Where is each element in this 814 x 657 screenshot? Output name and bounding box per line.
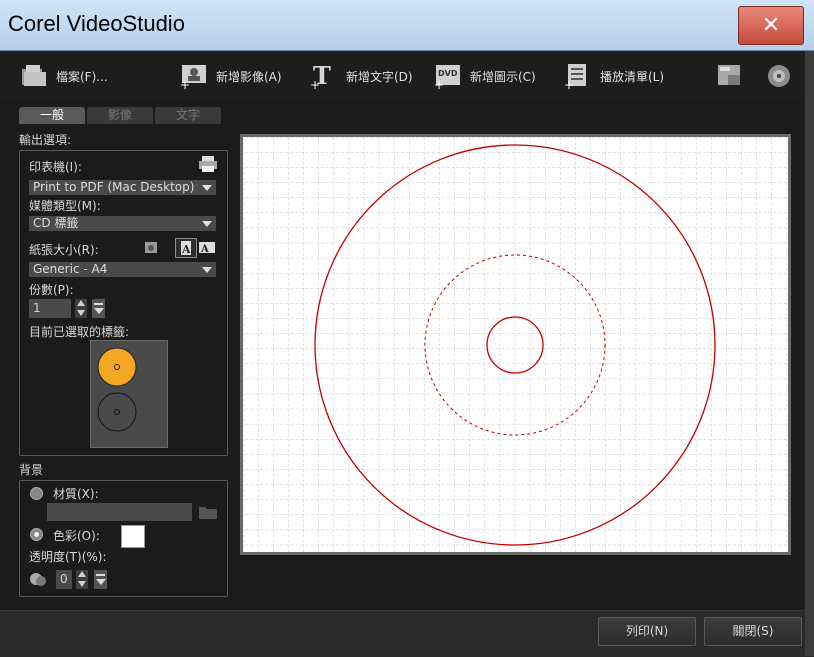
- add-image-label: 新增影像(A): [216, 69, 282, 84]
- tab-image[interactable]: 影像: [87, 107, 153, 124]
- print-button[interactable]: 列印(N): [598, 617, 696, 646]
- arrow-down-icon: [78, 581, 86, 587]
- add-image-icon: +: [180, 63, 208, 92]
- copies-stepper[interactable]: [75, 299, 87, 318]
- preview-frame: [240, 134, 791, 555]
- export-button[interactable]: [716, 63, 752, 89]
- printer-label: 印表機(I):: [29, 160, 82, 174]
- printer-select-value: Print to PDF (Mac Desktop): [33, 180, 195, 194]
- folder-icon[interactable]: [198, 503, 218, 524]
- transparency-stepper[interactable]: [76, 570, 88, 589]
- chevron-down-icon: [202, 221, 212, 227]
- chevron-down-icon: [94, 308, 104, 314]
- svg-text:A: A: [181, 243, 191, 256]
- media-type-select[interactable]: CD 標籤: [29, 216, 216, 231]
- texture-radio[interactable]: [30, 487, 43, 500]
- copies-input[interactable]: 1: [29, 299, 71, 318]
- output-options-group: 印表機(I): Print to PDF (Mac Desktop) 媒體類型(…: [19, 150, 228, 456]
- svg-text:DVD: DVD: [438, 69, 458, 78]
- transparency-label: 透明度(T)(%):: [29, 550, 107, 564]
- landscape-orientation-icon[interactable]: A: [198, 239, 216, 258]
- window-title: Corel VideoStudio: [8, 11, 185, 36]
- toolbar: 檔案(F)... + 新增影像(A) T + 新增文字(D) DVD + 新增圖示(…: [0, 51, 805, 101]
- playlist-icon: +: [564, 63, 592, 92]
- svg-text:+: +: [180, 78, 190, 89]
- label-preview-svg: [243, 137, 788, 552]
- transparency-icon: [29, 570, 47, 591]
- background-group: 材質(X): 色彩(O): 透明度(T)(%): 0: [19, 480, 228, 597]
- chevron-down-icon: [202, 185, 212, 191]
- close-window-button[interactable]: ✕: [738, 6, 804, 45]
- arrow-up-icon: [78, 571, 86, 577]
- background-heading: 背景: [19, 463, 44, 477]
- media-type-value: CD 標籤: [33, 216, 79, 230]
- unselected-label-disc: [97, 392, 137, 432]
- add-disc-icon: DVD +: [434, 63, 462, 92]
- printer-select[interactable]: Print to PDF (Mac Desktop): [29, 180, 216, 195]
- color-label: 色彩(O):: [53, 529, 100, 543]
- disc-settings-button[interactable]: [766, 63, 802, 89]
- add-text-icon: T +: [310, 61, 338, 92]
- selected-label-disc: [97, 347, 137, 387]
- printer-icon[interactable]: [198, 155, 218, 176]
- media-type-label: 媒體類型(M):: [29, 199, 101, 213]
- add-text-label: 新增文字(D): [346, 69, 413, 84]
- footer: 列印(N) 關閉(S): [0, 610, 805, 657]
- transparency-input[interactable]: 0: [56, 570, 72, 589]
- settings-tabs: 一般 影像 文字: [19, 107, 221, 124]
- file-icon: [20, 63, 48, 89]
- add-text-button[interactable]: T + 新增文字(D): [310, 61, 413, 92]
- output-options-heading: 輸出選項:: [19, 133, 72, 147]
- arrow-up-icon: [77, 300, 85, 306]
- tab-text[interactable]: 文字: [155, 107, 221, 124]
- chevron-down-icon: [202, 267, 212, 273]
- color-radio[interactable]: [30, 528, 43, 541]
- add-image-button[interactable]: + 新增影像(A): [180, 63, 282, 92]
- portrait-orientation-icon[interactable]: A: [175, 238, 197, 258]
- svg-text:+: +: [310, 78, 320, 89]
- playlist-label: 播放清單(L): [600, 69, 665, 84]
- paper-size-label: 紙張大小(R):: [29, 243, 99, 257]
- transparency-menu-button[interactable]: [94, 570, 107, 589]
- arrow-down-icon: [77, 310, 85, 316]
- selected-label-heading: 目前已選取的標籤:: [29, 325, 130, 339]
- copies-menu-button[interactable]: [92, 299, 105, 318]
- paper-size-select[interactable]: Generic - A4: [29, 262, 216, 277]
- texture-label: 材質(X):: [53, 487, 99, 501]
- export-icon: [716, 63, 744, 89]
- label-selector[interactable]: [90, 340, 168, 448]
- label-preview-canvas[interactable]: [243, 137, 788, 552]
- add-disc-icon-label: 新增圖示(C): [470, 69, 536, 84]
- copies-label: 份數(P):: [29, 283, 74, 297]
- svg-text:A: A: [200, 244, 209, 255]
- chevron-down-icon: [96, 579, 106, 585]
- disc-settings-icon: [766, 63, 794, 89]
- close-button[interactable]: 關閉(S): [704, 617, 802, 646]
- title-bar: Corel VideoStudio ✕: [0, 0, 814, 51]
- page-setup-icon[interactable]: [144, 240, 158, 257]
- svg-text:+: +: [434, 78, 444, 89]
- file-label: 檔案(F)...: [56, 69, 108, 84]
- texture-path-input[interactable]: [47, 503, 192, 521]
- playlist-button[interactable]: + 播放清單(L): [564, 63, 665, 92]
- paper-size-value: Generic - A4: [33, 262, 108, 276]
- add-disc-icon-button[interactable]: DVD + 新增圖示(C): [434, 63, 536, 92]
- file-button[interactable]: 檔案(F)...: [20, 63, 108, 89]
- tab-general[interactable]: 一般: [19, 107, 85, 124]
- color-swatch[interactable]: [121, 525, 145, 548]
- grid: [243, 137, 788, 552]
- window: Corel VideoStudio ✕ 檔案(F)... + 新增影像(A) T…: [0, 0, 814, 657]
- svg-text:+: +: [564, 78, 574, 89]
- window-edge: [805, 51, 814, 656]
